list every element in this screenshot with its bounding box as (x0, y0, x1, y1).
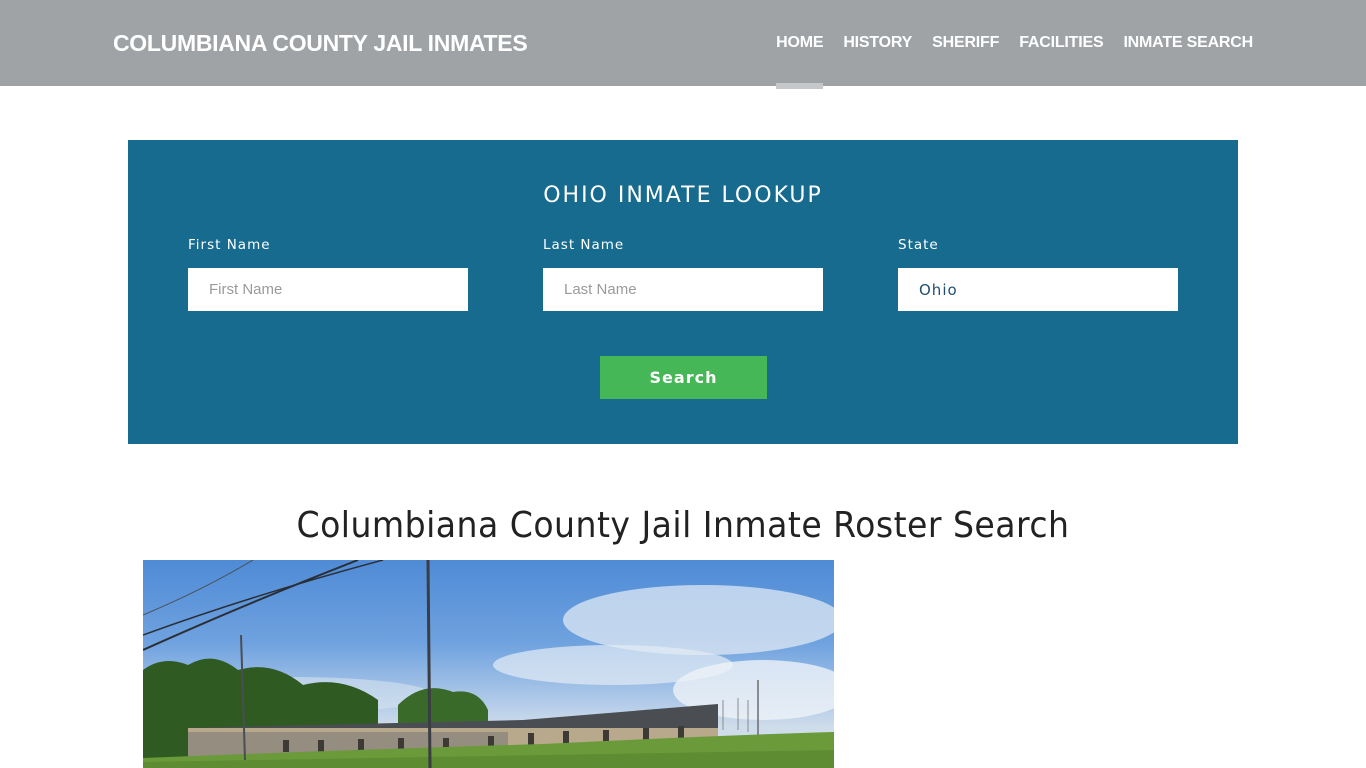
nav-history[interactable]: HISTORY (843, 0, 912, 86)
site-header: COLUMBIANA COUNTY JAIL INMATES HOME HIST… (0, 0, 1366, 89)
first-name-input[interactable] (188, 268, 468, 311)
jail-facility-illustration (143, 560, 834, 768)
power-line (143, 560, 359, 651)
last-name-field-group: Last Name (543, 237, 823, 311)
site-brand[interactable]: COLUMBIANA COUNTY JAIL INMATES (113, 30, 528, 57)
lookup-title: OHIO INMATE LOOKUP (543, 183, 823, 208)
last-name-input[interactable] (543, 268, 823, 311)
nav-home[interactable]: HOME (776, 0, 824, 89)
first-name-field-group: First Name (188, 237, 468, 311)
page-title: Columbiana County Jail Inmate Roster Sea… (296, 505, 1070, 546)
state-input[interactable] (898, 268, 1178, 311)
state-label: State (898, 237, 939, 253)
first-name-label: First Name (188, 237, 271, 253)
jail-facility-photo (143, 560, 834, 768)
nav-inmate-search[interactable]: INMATE SEARCH (1123, 0, 1253, 86)
last-name-label: Last Name (543, 237, 625, 253)
search-button[interactable]: Search (600, 356, 767, 399)
state-field-group: State (898, 237, 1178, 311)
power-line (143, 560, 254, 616)
light-pole (426, 560, 432, 768)
cloud (563, 585, 834, 655)
nav-sheriff[interactable]: SHERIFF (932, 0, 999, 86)
main-nav: HOME HISTORY SHERIFF FACILITIES INMATE S… (756, 0, 1253, 89)
inmate-lookup-form: OHIO INMATE LOOKUP First Name Last Name … (128, 140, 1238, 444)
nav-facilities[interactable]: FACILITIES (1019, 0, 1103, 86)
